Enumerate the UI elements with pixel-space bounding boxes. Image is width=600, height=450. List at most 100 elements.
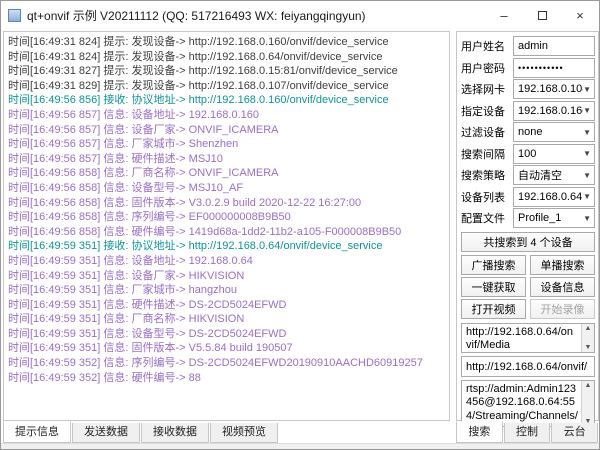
- title-bar: qt+onvif 示例 V20211112 (QQ: 517216493 WX:…: [1, 1, 599, 30]
- log-tab-bar: 提示信息发送数据接收数据视频预览: [3, 421, 279, 443]
- chevron-down-icon: ▼: [583, 106, 591, 115]
- log-output[interactable]: 时间[16:49:31 824] 提示: 发现设备-> http://192.1…: [3, 31, 450, 421]
- ptz-url-box[interactable]: http://192.168.0.64/onvif/PTZ: [461, 356, 595, 377]
- search-strategy-select-value: 自动清空: [518, 167, 583, 183]
- open-video-button[interactable]: 打开视频: [461, 299, 526, 319]
- media-url-box[interactable]: http://192.168.0.64/onvif/Media▲▼: [461, 323, 595, 353]
- search-strategy-select-label: 搜索策略: [461, 167, 513, 183]
- log-line: 时间[16:49:56 858] 信息: 设备型号-> MSJ10_AF: [8, 181, 445, 196]
- scroll-up-icon[interactable]: ▲: [585, 381, 592, 390]
- caption-buttons: – ×: [485, 1, 599, 30]
- log-line: 时间[16:49:59 352] 信息: 序列编号-> DS-2CD5024EF…: [8, 356, 445, 371]
- log-line: 时间[16:49:56 857] 信息: 厂家城市-> Shenzhen: [8, 137, 445, 152]
- user-password-field[interactable]: [513, 58, 595, 78]
- tab-video-preview[interactable]: 视频预览: [210, 423, 278, 443]
- user-password-field-label: 用户密码: [461, 60, 513, 76]
- device-list-select-label: 设备列表: [461, 189, 513, 205]
- log-line: 时间[16:49:56 858] 信息: 硬件编号-> 1419d68a-1dd…: [8, 225, 445, 240]
- panel-tab-bar: 搜索控制云台: [456, 421, 599, 443]
- device-info-button[interactable]: 设备信息: [530, 277, 595, 297]
- filter-device-select-label: 过滤设备: [461, 124, 513, 140]
- search-interval-select-value: 100: [518, 148, 583, 160]
- log-line: 时间[16:49:59 351] 信息: 设备型号-> DS-2CD5024EF…: [8, 327, 445, 342]
- window-bottom-strip: [1, 443, 599, 450]
- vertical-scrollbar[interactable]: ▲▼: [581, 324, 594, 352]
- vertical-scrollbar[interactable]: ▲▼: [581, 381, 594, 426]
- url-boxes: http://192.168.0.64/onvif/Media▲▼http://…: [461, 323, 595, 430]
- search-panel: 用户姓名用户密码选择网卡192.168.0.108▼指定设备192.168.0.…: [456, 31, 599, 421]
- profile-select[interactable]: Profile_1▼: [513, 208, 595, 228]
- profile-select-value: Profile_1: [518, 212, 583, 224]
- chevron-down-icon: ▼: [583, 128, 591, 137]
- log-line: 时间[16:49:59 352] 信息: 硬件编号-> 88: [8, 371, 445, 386]
- tab-tip-info[interactable]: 提示信息: [3, 421, 71, 443]
- broadcast-search-button[interactable]: 广播搜索: [461, 255, 526, 275]
- log-line: 时间[16:49:59 351] 信息: 厂商名称-> HIKVISION: [8, 312, 445, 327]
- scroll-up-icon[interactable]: ▲: [585, 324, 592, 333]
- log-line: 时间[16:49:31 824] 提示: 发现设备-> http://192.1…: [8, 35, 445, 50]
- tab-search[interactable]: 搜索: [456, 421, 503, 443]
- tab-recv-data[interactable]: 接收数据: [141, 423, 209, 443]
- network-card-select-value: 192.168.0.108: [518, 83, 583, 95]
- rtsp-url-box-text: rtsp://admin:Admin123456@192.168.0.64:55…: [466, 383, 578, 427]
- log-line: 时间[16:49:56 856] 接收: 协议地址-> http://192.1…: [8, 93, 445, 108]
- log-line: 时间[16:49:56 857] 信息: 设备地址-> 192.168.0.16…: [8, 108, 445, 123]
- log-line: 时间[16:49:56 858] 信息: 固件版本-> V3.0.2.9 bui…: [8, 196, 445, 211]
- search-interval-select-label: 搜索间隔: [461, 146, 513, 162]
- target-device-select-label: 指定设备: [461, 103, 513, 119]
- ptz-url-box-text: http://192.168.0.64/onvif/PTZ: [466, 361, 587, 377]
- start-record-button: 开始录像: [530, 299, 595, 319]
- field-row: 选择网卡192.168.0.108▼: [461, 79, 595, 99]
- maximize-button[interactable]: [523, 1, 561, 30]
- device-list-select[interactable]: 192.168.0.64▼: [513, 187, 595, 207]
- field-row: 配置文件Profile_1▼: [461, 208, 595, 228]
- tab-ptz[interactable]: 云台: [551, 423, 598, 443]
- filter-device-select[interactable]: none▼: [513, 122, 595, 142]
- rtsp-url-box[interactable]: rtsp://admin:Admin123456@192.168.0.64:55…: [461, 380, 595, 427]
- media-url-box-text: http://192.168.0.64/onvif/Media: [466, 326, 573, 352]
- close-button[interactable]: ×: [561, 1, 599, 30]
- log-line: 时间[16:49:31 824] 提示: 发现设备-> http://192.1…: [8, 50, 445, 65]
- maximize-icon: [538, 11, 547, 20]
- field-row: 搜索间隔100▼: [461, 144, 595, 164]
- log-line: 时间[16:49:59 351] 信息: 硬件描述-> DS-2CD5024EF…: [8, 298, 445, 313]
- search-interval-select[interactable]: 100▼: [513, 144, 595, 164]
- log-line: 时间[16:49:59 351] 接收: 协议地址-> http://192.1…: [8, 239, 445, 254]
- profile-select-label: 配置文件: [461, 210, 513, 226]
- log-line: 时间[16:49:31 827] 提示: 发现设备-> http://192.1…: [8, 64, 445, 79]
- chevron-down-icon: ▼: [583, 149, 591, 158]
- tab-send-data[interactable]: 发送数据: [72, 423, 140, 443]
- log-line: 时间[16:49:56 858] 信息: 厂商名称-> ONVIF_ICAMER…: [8, 166, 445, 181]
- scroll-down-icon[interactable]: ▼: [585, 343, 592, 352]
- field-row: 过滤设备none▼: [461, 122, 595, 142]
- log-line: 时间[16:49:59 351] 信息: 固件版本-> V5.5.84 buil…: [8, 341, 445, 356]
- log-line: 时间[16:49:59 351] 信息: 设备地址-> 192.168.0.64: [8, 254, 445, 269]
- search-result-button[interactable]: 共搜索到 4 个设备: [461, 232, 595, 252]
- target-device-select[interactable]: 192.168.0.160▼: [513, 101, 595, 121]
- device-list-select-value: 192.168.0.64: [518, 191, 583, 203]
- field-row: 指定设备192.168.0.160▼: [461, 101, 595, 121]
- log-line: 时间[16:49:56 858] 信息: 序列编号-> EF000000008B…: [8, 210, 445, 225]
- user-name-field-label: 用户姓名: [461, 38, 513, 54]
- user-name-field[interactable]: [513, 36, 595, 56]
- unicast-search-button[interactable]: 单播搜索: [530, 255, 595, 275]
- fetch-all-button[interactable]: 一键获取: [461, 277, 526, 297]
- log-line: 时间[16:49:56 857] 信息: 设备厂家-> ONVIF_ICAMER…: [8, 123, 445, 138]
- target-device-select-value: 192.168.0.160: [518, 105, 583, 117]
- field-row: 设备列表192.168.0.64▼: [461, 187, 595, 207]
- log-line: 时间[16:49:59 351] 信息: 设备厂家-> HIKVISION: [8, 269, 445, 284]
- search-strategy-select[interactable]: 自动清空▼: [513, 165, 595, 185]
- log-line: 时间[16:49:31 829] 提示: 发现设备-> http://192.1…: [8, 79, 445, 94]
- log-line: 时间[16:49:56 857] 信息: 硬件描述-> MSJ10: [8, 152, 445, 167]
- action-buttons: 广播搜索单播搜索一键获取设备信息打开视频开始录像: [461, 255, 595, 319]
- field-row: 搜索策略自动清空▼: [461, 165, 595, 185]
- log-line: 时间[16:49:59 351] 信息: 厂家城市-> hangzhou: [8, 283, 445, 298]
- chevron-down-icon: ▼: [583, 192, 591, 201]
- network-card-select[interactable]: 192.168.0.108▼: [513, 79, 595, 99]
- field-list: 用户姓名用户密码选择网卡192.168.0.108▼指定设备192.168.0.…: [461, 36, 595, 230]
- chevron-down-icon: ▼: [583, 214, 591, 223]
- tab-control[interactable]: 控制: [504, 423, 551, 443]
- window-title: qt+onvif 示例 V20211112 (QQ: 517216493 WX:…: [27, 7, 366, 24]
- chevron-down-icon: ▼: [583, 85, 591, 94]
- minimize-button[interactable]: –: [485, 1, 523, 30]
